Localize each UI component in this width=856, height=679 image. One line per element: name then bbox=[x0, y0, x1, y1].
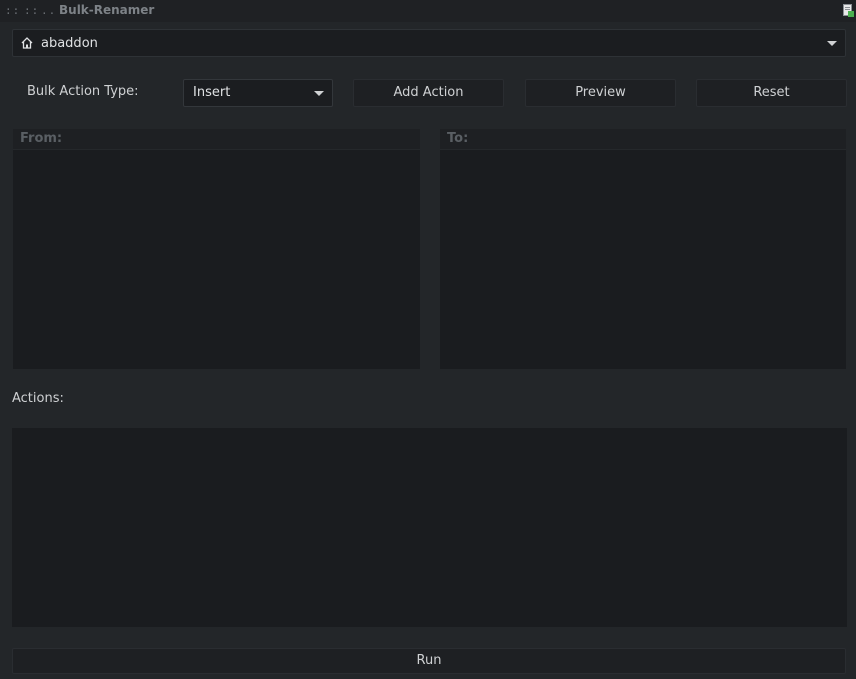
location-value: abaddon bbox=[41, 36, 98, 51]
chevron-down-icon bbox=[827, 41, 837, 46]
grip-handle[interactable]: :: bbox=[5, 4, 20, 17]
action-type-select[interactable]: Insert bbox=[183, 79, 333, 107]
window-app-icon[interactable] bbox=[843, 4, 854, 17]
actions-label: Actions: bbox=[12, 391, 64, 406]
add-action-button[interactable]: Add Action bbox=[353, 79, 504, 107]
reset-button[interactable]: Reset bbox=[696, 79, 847, 107]
to-label: To: bbox=[447, 131, 469, 146]
to-list[interactable]: To: bbox=[440, 129, 846, 369]
run-button[interactable]: Run bbox=[12, 648, 846, 674]
from-list[interactable]: From: bbox=[13, 129, 420, 369]
chevron-down-icon bbox=[314, 91, 324, 96]
from-label: From: bbox=[20, 131, 63, 146]
from-header: From: bbox=[13, 129, 420, 150]
home-icon bbox=[21, 37, 33, 49]
window-title: Bulk-Renamer bbox=[59, 3, 155, 17]
action-type-value: Insert bbox=[193, 85, 231, 100]
action-type-label: Bulk Action Type: bbox=[27, 84, 139, 99]
actions-list[interactable] bbox=[12, 428, 847, 627]
preview-button[interactable]: Preview bbox=[525, 79, 676, 107]
location-combo[interactable]: abaddon bbox=[12, 29, 846, 57]
title-bar: :: :: .. Bulk-Renamer bbox=[0, 0, 856, 22]
grip-handle[interactable]: :: bbox=[24, 4, 39, 17]
to-header: To: bbox=[440, 129, 846, 150]
grip-handle[interactable]: .. bbox=[41, 4, 56, 17]
